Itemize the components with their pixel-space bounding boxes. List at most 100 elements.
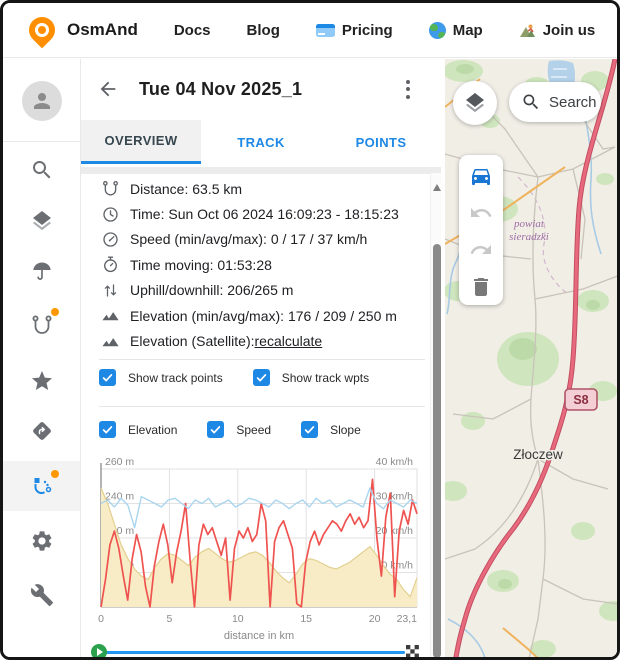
sidebar-item-layers[interactable] [3, 203, 81, 239]
checkbox-show-track-points[interactable] [99, 369, 116, 386]
stat-row: Elevation (min/avg/max): 176 / 209 / 250… [81, 303, 427, 328]
stat-text: Time moving: 01:53:28 [130, 257, 272, 273]
osmand-web-app: OsmAnd Docs Blog Pricing Map Join us [0, 0, 620, 660]
recalculate-link[interactable]: recalculate [255, 333, 323, 349]
checkbox-slope[interactable] [301, 421, 318, 438]
region-label: powiat [513, 218, 545, 230]
nav-link-join-us[interactable]: Join us [519, 22, 596, 39]
delete-button[interactable] [459, 268, 503, 305]
checkbox-item: Slope [301, 421, 361, 438]
stat-row: Distance: 63.5 km [81, 176, 427, 201]
scroll-up-button[interactable] [432, 181, 441, 191]
sidebar-item-settings[interactable] [3, 523, 81, 559]
slider-end-handle[interactable] [406, 645, 419, 658]
svg-text:distance in km: distance in km [224, 630, 294, 641]
sidebar-divider [3, 141, 81, 142]
checkbox-label: Slope [330, 423, 361, 437]
nav-link-label: Pricing [342, 22, 393, 39]
slider-track[interactable] [99, 651, 405, 654]
svg-text:S8: S8 [573, 393, 588, 407]
map-area[interactable]: S8 powiat sieradzki Złoczew Search [445, 59, 617, 657]
track-range-slider [91, 642, 427, 660]
sidebar-item-tracks[interactable] [3, 468, 81, 504]
nav-link-label: Join us [543, 22, 596, 39]
redo-button[interactable] [459, 231, 503, 268]
search-icon [30, 158, 54, 182]
checkbox-label: Show track wpts [282, 371, 369, 385]
notification-dot [51, 470, 59, 478]
svg-text:260 m: 260 m [105, 457, 134, 468]
route-icon [101, 179, 120, 198]
timer-icon [101, 255, 120, 274]
back-button[interactable] [97, 78, 119, 100]
nav-link-blog[interactable]: Blog [247, 22, 280, 39]
map-search-button[interactable]: Search [509, 82, 601, 122]
tab-points[interactable]: POINTS [321, 120, 441, 164]
undo-button[interactable] [459, 194, 503, 231]
sidebar-item-plan-route[interactable] [3, 307, 81, 343]
checkbox-speed[interactable] [207, 421, 224, 438]
brand-name: OsmAnd [67, 20, 138, 40]
panel-scrollbar [430, 173, 441, 657]
map-edit-controls [459, 155, 503, 305]
sidebar-item-weather[interactable] [3, 253, 81, 289]
sidebar-item-navigation[interactable] [3, 413, 81, 449]
layers-icon [30, 209, 54, 233]
clock-icon [101, 205, 120, 224]
pricing-card-icon [316, 24, 335, 37]
svg-text:40 km/h: 40 km/h [376, 457, 414, 468]
stat-text: Time: Sun Oct 06 2024 16:09:23 - 18:15:2… [130, 206, 399, 222]
left-sidebar [3, 59, 81, 657]
nav-links: Docs Blog Pricing Map Join us [174, 22, 595, 39]
svg-text:20 km/h: 20 km/h [376, 525, 414, 537]
join-us-icon [519, 22, 536, 39]
sidebar-item-search[interactable] [3, 152, 81, 188]
nav-link-pricing[interactable]: Pricing [316, 22, 393, 39]
notification-dot [51, 308, 59, 316]
sidebar-item-account[interactable] [3, 81, 81, 121]
track-stats-list: Distance: 63.5 km Time: Sun Oct 06 2024 1… [81, 176, 427, 354]
map-canvas[interactable]: S8 powiat sieradzki Złoczew [445, 59, 620, 660]
tab-overview[interactable]: OVERVIEW [81, 120, 201, 164]
svg-text:5: 5 [166, 613, 172, 625]
nav-link-label: Blog [247, 22, 280, 39]
checkbox-elevation[interactable] [99, 421, 116, 438]
divider [99, 406, 425, 407]
stat-text: Elevation (min/avg/max): 176 / 209 / 250… [130, 308, 397, 324]
stat-text: Elevation (Satellite): [130, 333, 255, 349]
sidebar-item-tools[interactable] [3, 577, 81, 613]
redo-icon [469, 238, 493, 262]
checkbox-item: Show track points [99, 369, 223, 386]
checkbox-label: Speed [236, 423, 271, 437]
osmand-logo-icon[interactable] [24, 12, 61, 49]
more-options-button[interactable] [393, 80, 423, 99]
svg-text:20: 20 [369, 613, 381, 625]
sidebar-item-favorites[interactable] [3, 363, 81, 399]
checkbox-show-track-wpts[interactable] [253, 369, 270, 386]
checkbox-item: Elevation [99, 421, 177, 438]
stat-row: Time moving: 01:53:28 [81, 252, 427, 277]
nav-link-docs[interactable]: Docs [174, 22, 211, 39]
gear-icon [30, 529, 54, 553]
tab-track[interactable]: TRACK [201, 120, 321, 164]
top-navbar: OsmAnd Docs Blog Pricing Map Join us [3, 3, 617, 58]
stat-row: Time: Sun Oct 06 2024 16:09:23 - 18:15:2… [81, 201, 427, 226]
stat-row: Speed (min/avg/max): 0 / 17 / 37 km/h [81, 227, 427, 252]
trash-icon [469, 275, 493, 299]
checkbox-item: Show track wpts [253, 369, 369, 386]
stat-text: Uphill/downhill: 206/265 m [130, 282, 293, 298]
panel-tabs: OVERVIEW TRACK POINTS [81, 120, 441, 164]
slider-start-handle[interactable] [91, 644, 107, 660]
map-layers-button[interactable] [453, 81, 497, 125]
stat-row: Uphill/downhill: 206/265 m [81, 278, 427, 303]
svg-text:10: 10 [232, 613, 244, 625]
elevation-chart[interactable]: 260 m40 km/h240 m30 km/h220 m20 km/h200 … [87, 457, 431, 641]
profile-car-button[interactable] [459, 157, 503, 194]
speed-icon [101, 230, 120, 249]
scrollbar-thumb[interactable] [433, 244, 441, 658]
chart-series-checkbox-row: Elevation Speed Slope [99, 421, 391, 438]
stat-text: Distance: 63.5 km [130, 181, 242, 197]
nav-link-map[interactable]: Map [429, 22, 483, 39]
stat-row: Elevation (Satellite): recalculate [81, 328, 427, 353]
mountain-icon [101, 332, 120, 351]
